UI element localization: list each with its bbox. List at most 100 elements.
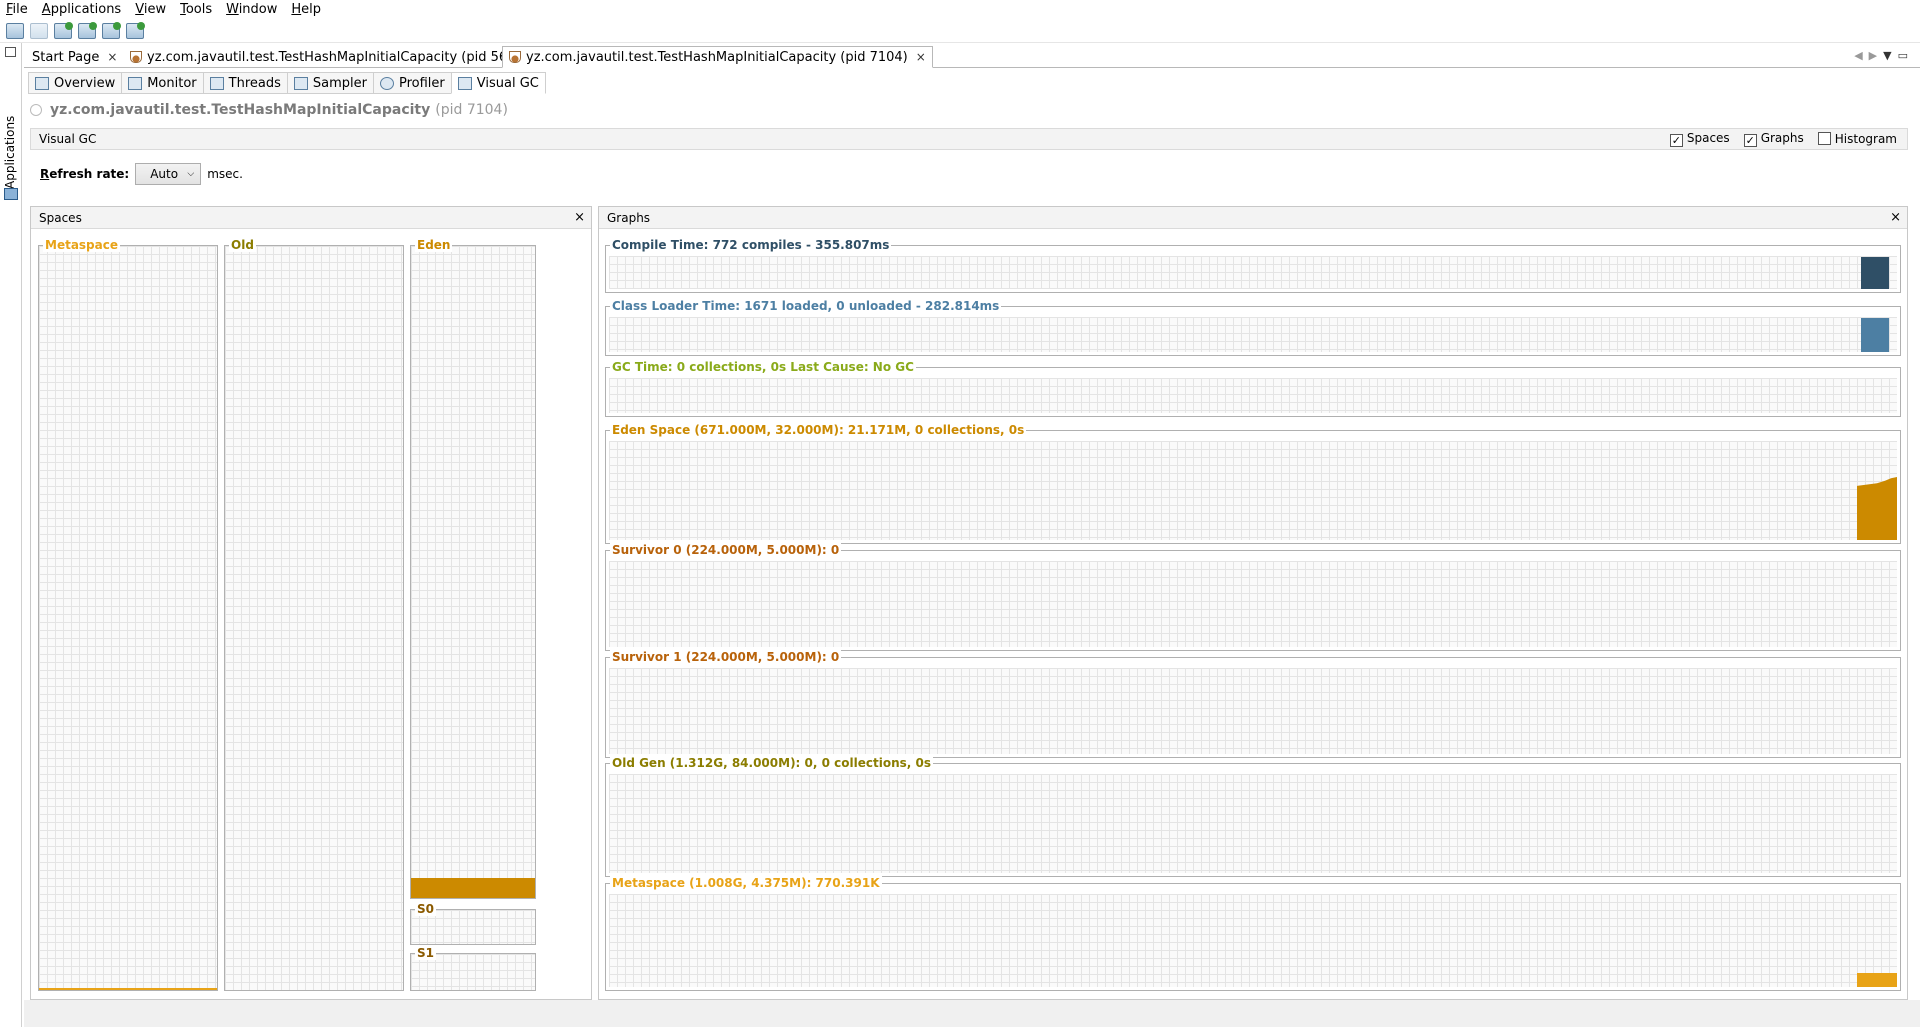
refresh-rate-select[interactable]: Auto ⌵	[135, 163, 202, 185]
checkbox-label: Histogram	[1834, 132, 1897, 146]
overview-icon	[35, 76, 49, 90]
survivor0-graph: Survivor 0 (224.000M, 5.000M): 0	[605, 543, 1901, 651]
compile-time-graph: Compile Time: 772 compiles - 355.807ms	[605, 238, 1901, 293]
spaces-panel-header: Spaces ×	[31, 207, 591, 229]
space-label: Eden	[415, 238, 453, 252]
compile-time-bar	[1861, 257, 1889, 289]
menu-window[interactable]: Window	[226, 2, 277, 17]
tab-label: Start Page	[32, 49, 100, 65]
applications-sidebar: Applications	[0, 43, 22, 1027]
tab-sampler[interactable]: Sampler	[286, 72, 373, 94]
graphs-panel-header: Graphs ×	[599, 207, 1907, 229]
checkbox-label: Graphs	[1760, 131, 1804, 145]
gc-time-graph: GC Time: 0 collections, 0s Last Cause: N…	[605, 360, 1901, 417]
tab-label: yz.com.javautil.test.TestHashMapInitialC…	[526, 49, 908, 65]
menu-tools[interactable]: Tools	[180, 2, 212, 17]
menu-file[interactable]: File	[6, 2, 28, 17]
space-label: S0	[415, 902, 436, 916]
graph-area	[609, 774, 1897, 873]
tab-label: Sampler	[312, 75, 367, 91]
tab-profiler[interactable]: Profiler	[372, 72, 451, 94]
save-icon[interactable]	[30, 22, 48, 39]
applications-sidebar-label[interactable]: Applications	[3, 109, 17, 189]
spaces-panel-title: Spaces	[39, 210, 82, 225]
eden-space: Eden	[410, 238, 536, 899]
tab-visual-gc[interactable]: Visual GC	[450, 72, 546, 94]
spaces-checkbox[interactable]: ✓ Spaces	[1669, 131, 1730, 147]
space-fill	[39, 988, 217, 990]
close-icon[interactable]: ×	[916, 50, 926, 64]
scroll-right-icon[interactable]: ▶	[1869, 49, 1877, 62]
graph-label: Survivor 0 (224.000M, 5.000M): 0	[610, 543, 842, 557]
load-snapshot-icon[interactable]	[6, 22, 24, 39]
refresh-rate-value: Auto	[150, 167, 179, 181]
checkbox-icon[interactable]: ✓	[1743, 134, 1757, 147]
restore-window-icon[interactable]	[5, 47, 16, 57]
tab-label: Visual GC	[476, 75, 539, 91]
graphs-panel: Graphs × Compile Time: 772 compiles - 35…	[598, 206, 1908, 1000]
graph-label: GC Time: 0 collections, 0s Last Cause: N…	[610, 360, 916, 374]
tab-start-page[interactable]: Start Page ×	[26, 46, 123, 68]
menu-help[interactable]: Help	[291, 2, 321, 17]
maximize-icon[interactable]: ▭	[1898, 49, 1908, 62]
chevron-down-icon: ⌵	[187, 169, 195, 179]
add-vm-coredump-icon[interactable]	[102, 21, 121, 39]
menu-applications[interactable]: Applications	[42, 2, 121, 17]
space-fill	[411, 878, 535, 898]
sampler-icon	[293, 76, 308, 90]
close-icon[interactable]: ×	[1890, 210, 1901, 225]
menu-view[interactable]: View	[135, 2, 166, 17]
graph-label: Class Loader Time: 1671 loaded, 0 unload…	[610, 299, 1002, 313]
tab-threads[interactable]: Threads	[202, 72, 287, 94]
graph-area	[609, 256, 1897, 289]
old-gen-graph: Old Gen (1.312G, 84.000M): 0, 0 collecti…	[605, 756, 1901, 877]
visual-gc-icon	[457, 76, 472, 90]
metaspace-graph: Metaspace (1.008G, 4.375M): 770.391K	[605, 876, 1901, 991]
menu-bar: File Applications View Tools Window Help	[0, 0, 1920, 19]
graph-area	[609, 561, 1897, 647]
space-label: S1	[415, 946, 436, 960]
app-view-tabs: Overview Monitor Threads Sampler Profile…	[28, 72, 546, 94]
metaspace-space: Metaspace	[38, 238, 218, 991]
close-icon[interactable]: ×	[574, 210, 585, 225]
graph-label: Metaspace (1.008G, 4.375M): 770.391K	[610, 876, 882, 890]
app-pid: (pid 7104)	[435, 102, 508, 118]
graph-area	[609, 441, 1897, 540]
add-remote-host-icon[interactable]	[78, 21, 97, 39]
graph-label: Eden Space (671.000M, 32.000M): 21.171M,…	[610, 423, 1027, 437]
bottom-status-area	[24, 1000, 1920, 1027]
status-indicator-icon	[30, 104, 42, 116]
graph-area	[609, 317, 1897, 352]
space-label: Old	[229, 238, 256, 252]
graphs-checkbox[interactable]: ✓ Graphs	[1743, 131, 1804, 147]
eden-usage-bar	[1857, 477, 1897, 540]
graph-area	[609, 668, 1897, 754]
tab-list-icon[interactable]: ▼	[1883, 49, 1891, 62]
s0-space: S0	[410, 902, 536, 945]
applications-icon[interactable]	[4, 188, 18, 200]
histogram-checkbox[interactable]: Histogram	[1817, 132, 1897, 146]
checkbox-icon[interactable]	[1817, 132, 1831, 145]
tab-pid-5644[interactable]: yz.com.javautil.test.TestHashMapInitialC…	[124, 46, 553, 68]
java-app-icon	[130, 51, 142, 63]
tab-overview[interactable]: Overview	[28, 72, 122, 94]
tab-monitor[interactable]: Monitor	[121, 72, 203, 94]
s1-space: S1	[410, 946, 536, 991]
profiler-icon	[379, 76, 394, 90]
graph-area	[609, 894, 1897, 987]
tab-navigation: ◀ ▶ ▼ ▭	[1854, 49, 1908, 62]
spaces-panel: Spaces × Metaspace Old Eden S0 S1	[30, 206, 592, 1000]
class-loader-graph: Class Loader Time: 1671 loaded, 0 unload…	[605, 299, 1901, 356]
page-title: yz.com.javautil.test.TestHashMapInitialC…	[30, 102, 508, 118]
checkbox-icon[interactable]: ✓	[1669, 134, 1683, 147]
add-jmx-host-icon[interactable]	[126, 21, 145, 39]
scroll-left-icon[interactable]: ◀	[1854, 49, 1862, 62]
visual-gc-title: Visual GC	[39, 132, 97, 146]
graph-label: Old Gen (1.312G, 84.000M): 0, 0 collecti…	[610, 756, 933, 770]
graph-label: Survivor 1 (224.000M, 5.000M): 0	[610, 650, 842, 664]
add-jmx-connection-icon[interactable]	[54, 21, 73, 39]
close-icon[interactable]: ×	[107, 50, 117, 64]
tab-pid-7104[interactable]: yz.com.javautil.test.TestHashMapInitialC…	[502, 46, 933, 68]
old-space: Old	[224, 238, 404, 991]
tab-label: Overview	[54, 75, 116, 91]
